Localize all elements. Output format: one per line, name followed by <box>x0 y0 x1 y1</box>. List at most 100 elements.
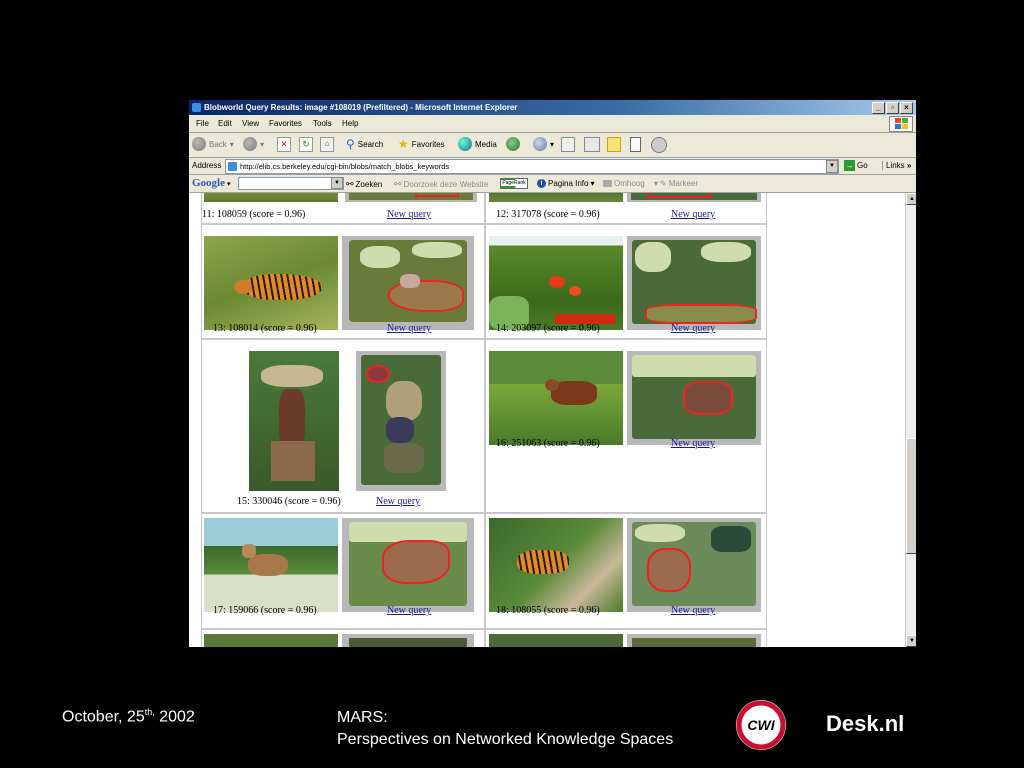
stop-icon: × <box>277 137 291 152</box>
refresh-icon: ↻ <box>299 137 313 152</box>
stop-button[interactable]: × <box>277 137 291 152</box>
desk-nl-logo: Desk.nl <box>826 711 905 736</box>
menu-tools[interactable]: Tools <box>313 119 332 128</box>
edit-page-icon <box>584 137 600 152</box>
omhoog-dropdown-icon: ▾ <box>654 179 659 188</box>
pagerank-indicator[interactable]: PageRank <box>500 178 528 189</box>
google-logo[interactable]: Google ▾ <box>192 177 230 189</box>
zoeken-button[interactable]: ⚯ Zoeken <box>346 179 382 190</box>
blob-image-17[interactable] <box>342 518 474 612</box>
media-button[interactable]: Media <box>458 137 497 151</box>
results-page: 11: 108059 (score = 0.96) New query 12: … <box>189 193 905 647</box>
binoculars-icon: ⚯ <box>346 179 354 189</box>
minimize-button[interactable]: _ <box>872 102 885 114</box>
result-cell-14: 14: 203097 (score = 0.96) New query <box>485 224 767 339</box>
new-query-link[interactable]: New query <box>387 323 431 334</box>
refresh-button[interactable]: ↻ <box>299 137 313 152</box>
doorzoek-button[interactable]: ⚯ Doorzoek deze Website <box>394 179 488 190</box>
ie-icon <box>192 103 201 112</box>
scroll-up-icon[interactable]: ▲ <box>906 193 916 205</box>
home-button[interactable]: ⌂ <box>320 137 334 152</box>
markeer-button[interactable]: ▾ ✎ Markeer <box>654 179 698 188</box>
chevron-right-icon: » <box>906 161 912 170</box>
blob-image-18[interactable] <box>627 518 761 612</box>
forward-arrow-icon <box>243 137 257 151</box>
mail-button[interactable]: ▾ <box>533 137 554 151</box>
blob-image[interactable] <box>345 193 477 202</box>
address-url: http://elib.cs.berkeley.edu/cgi-bin/blob… <box>240 162 450 171</box>
result-cell-12: 12: 317078 (score = 0.96) New query <box>485 193 767 224</box>
result-image[interactable] <box>489 193 623 202</box>
result-image[interactable] <box>204 193 338 202</box>
menu-view[interactable]: View <box>242 119 259 128</box>
result-caption: 16: 251063 (score = 0.96) <box>496 438 600 449</box>
menu-edit[interactable]: Edit <box>218 119 232 128</box>
edit-button[interactable] <box>584 137 600 152</box>
address-dropdown-icon[interactable]: ▼ <box>826 160 838 173</box>
close-button[interactable]: × <box>900 102 913 114</box>
search-button[interactable]: ⚲ Search <box>346 137 383 151</box>
pagina-info-button[interactable]: i Pagina Info ▾ <box>537 179 595 188</box>
go-button[interactable]: → Go <box>844 160 868 171</box>
result-image[interactable] <box>489 634 623 647</box>
new-query-link[interactable]: New query <box>671 209 715 220</box>
research-button[interactable] <box>651 137 667 153</box>
standard-toolbar: Back ▾ ▾ × ↻ ⌂ ⚲ Search ★ Favorites Medi… <box>189 133 916 158</box>
messenger-button[interactable] <box>630 137 641 152</box>
omhoog-button[interactable]: Omhoog <box>603 179 645 188</box>
menu-help[interactable]: Help <box>342 119 358 128</box>
blob-image-14[interactable] <box>627 236 761 330</box>
favorites-button[interactable]: ★ Favorites <box>398 137 445 151</box>
new-query-link[interactable]: New query <box>671 438 715 449</box>
result-caption: 17: 159066 (score = 0.96) <box>213 605 317 616</box>
result-caption: 12: 317078 (score = 0.96) <box>496 209 600 220</box>
result-cell-13: 13: 108014 (score = 0.96) New query <box>201 224 485 339</box>
print-button[interactable] <box>561 137 575 152</box>
address-label: Address <box>192 161 222 170</box>
new-query-link[interactable]: New query <box>387 605 431 616</box>
result-image[interactable] <box>204 634 338 647</box>
result-image-17[interactable] <box>204 518 338 612</box>
history-button[interactable] <box>506 137 520 151</box>
discuss-button[interactable] <box>607 137 621 152</box>
new-query-link[interactable]: New query <box>671 605 715 616</box>
result-image-13[interactable] <box>204 236 338 330</box>
svg-text:CWI: CWI <box>747 717 775 733</box>
links-button[interactable]: Links » <box>882 161 911 170</box>
result-cell-18: 18: 108055 (score = 0.96) New query <box>485 513 767 629</box>
result-cell-19 <box>201 629 485 647</box>
forward-button[interactable]: ▾ <box>243 137 264 151</box>
windows-logo-icon <box>889 116 913 132</box>
result-image-18[interactable] <box>489 518 623 612</box>
scroll-down-icon[interactable]: ▼ <box>906 635 916 647</box>
address-input[interactable]: http://elib.cs.berkeley.edu/cgi-bin/blob… <box>225 159 839 174</box>
note-icon <box>607 137 621 152</box>
mail-dropdown-icon: ▾ <box>550 139 555 149</box>
maximize-button[interactable]: ▫ <box>886 102 899 114</box>
new-query-link[interactable]: New query <box>376 496 420 507</box>
result-image-14[interactable] <box>489 236 623 330</box>
result-image-15[interactable] <box>249 351 339 491</box>
blob-image-15[interactable] <box>356 351 446 491</box>
blob-image-16[interactable] <box>627 351 761 445</box>
blob-image[interactable] <box>627 193 761 202</box>
blob-image[interactable] <box>342 634 474 647</box>
scroll-thumb[interactable] <box>906 438 916 554</box>
google-search-input[interactable]: ▼ <box>238 177 344 190</box>
blob-image[interactable] <box>627 634 761 647</box>
menu-file[interactable]: File <box>196 119 209 128</box>
result-cell-17: 17: 159066 (score = 0.96) New query <box>201 513 485 629</box>
highlighter-icon: ✎ <box>660 179 667 188</box>
menu-favorites[interactable]: Favorites <box>269 119 302 128</box>
blob-image-13[interactable] <box>342 236 474 330</box>
browser-window: Blobworld Query Results: image #108019 (… <box>189 100 916 647</box>
result-image-16[interactable] <box>489 351 623 445</box>
google-search-dropdown-icon[interactable]: ▼ <box>331 177 343 189</box>
star-icon: ★ <box>398 137 409 151</box>
new-query-link[interactable]: New query <box>671 323 715 334</box>
window-title: Blobworld Query Results: image #108019 (… <box>204 103 518 112</box>
new-query-link[interactable]: New query <box>387 209 431 220</box>
vertical-scrollbar[interactable]: ▲ ▼ <box>905 193 916 647</box>
back-button[interactable]: Back ▾ <box>192 137 234 151</box>
media-icon <box>458 137 472 151</box>
